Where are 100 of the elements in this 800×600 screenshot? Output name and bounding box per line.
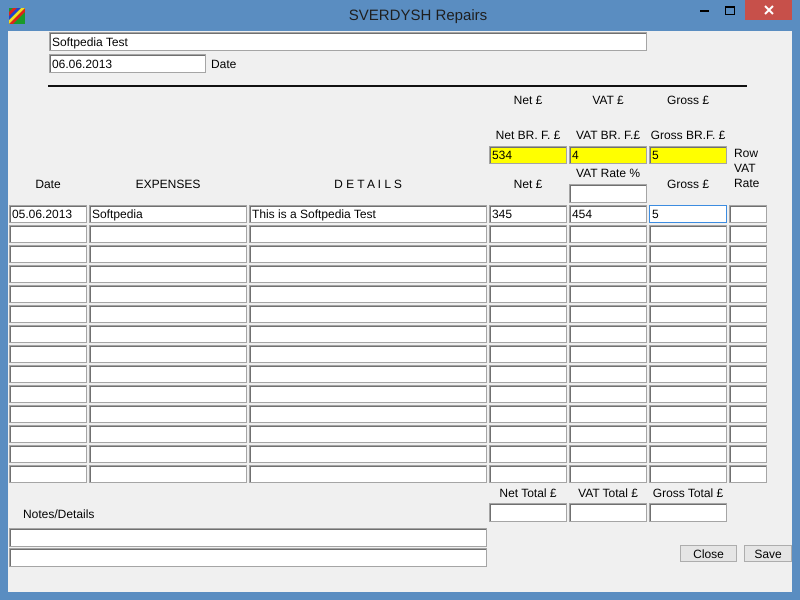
table-cell-field[interactable] xyxy=(249,445,487,463)
close-button[interactable] xyxy=(745,0,792,20)
brought-forward-field[interactable]: 534 xyxy=(489,146,567,164)
table-cell-field[interactable] xyxy=(89,405,247,423)
table-cell-field[interactable] xyxy=(89,245,247,263)
table-cell-field[interactable] xyxy=(9,445,87,463)
table-cell-field[interactable] xyxy=(249,305,487,323)
table-cell-field[interactable]: 454 xyxy=(569,205,647,223)
table-cell-field[interactable] xyxy=(89,385,247,403)
table-cell-field[interactable] xyxy=(649,385,727,403)
table-cell-field[interactable] xyxy=(649,445,727,463)
table-cell-field[interactable]: Softpedia xyxy=(89,205,247,223)
table-cell-field[interactable] xyxy=(9,245,87,263)
table-cell-field[interactable] xyxy=(89,365,247,383)
total-field[interactable] xyxy=(489,503,567,522)
row-vat-rate-field[interactable] xyxy=(729,205,767,223)
table-cell-field[interactable] xyxy=(489,305,567,323)
table-cell-field[interactable] xyxy=(649,305,727,323)
name-field[interactable]: Softpedia Test xyxy=(49,32,647,51)
table-cell-field[interactable] xyxy=(9,405,87,423)
table-cell-field[interactable] xyxy=(649,365,727,383)
table-cell-field[interactable] xyxy=(89,225,247,243)
table-cell-field[interactable] xyxy=(249,325,487,343)
table-cell-field[interactable]: This is a Softpedia Test xyxy=(249,205,487,223)
row-vat-rate-field[interactable] xyxy=(729,285,767,303)
table-cell-field[interactable] xyxy=(649,325,727,343)
table-cell-field[interactable] xyxy=(649,465,727,483)
row-vat-rate-field[interactable] xyxy=(729,345,767,363)
row-vat-rate-field[interactable] xyxy=(729,325,767,343)
table-cell-field[interactable] xyxy=(249,385,487,403)
table-cell-field[interactable] xyxy=(249,345,487,363)
table-cell-field[interactable] xyxy=(9,345,87,363)
row-vat-rate-field[interactable] xyxy=(729,225,767,243)
table-cell-field[interactable] xyxy=(9,265,87,283)
total-field[interactable] xyxy=(649,503,727,522)
table-cell-field[interactable] xyxy=(89,465,247,483)
table-cell-field[interactable] xyxy=(569,325,647,343)
row-vat-rate-field[interactable] xyxy=(729,385,767,403)
table-cell-field[interactable] xyxy=(649,245,727,263)
vat-rate-field[interactable] xyxy=(569,184,647,203)
table-cell-field[interactable] xyxy=(569,445,647,463)
notes-field[interactable] xyxy=(9,548,487,567)
table-cell-field[interactable] xyxy=(89,325,247,343)
table-cell-field[interactable] xyxy=(649,425,727,443)
table-cell-field[interactable] xyxy=(489,425,567,443)
table-cell-field[interactable] xyxy=(249,365,487,383)
table-cell-field[interactable] xyxy=(569,345,647,363)
table-cell-field[interactable] xyxy=(9,425,87,443)
dialog-button[interactable]: Close xyxy=(680,545,737,562)
table-cell-field[interactable] xyxy=(489,405,567,423)
table-cell-field[interactable] xyxy=(569,405,647,423)
table-cell-field[interactable] xyxy=(489,345,567,363)
row-vat-rate-field[interactable] xyxy=(729,305,767,323)
table-cell-field[interactable] xyxy=(569,225,647,243)
table-cell-field[interactable] xyxy=(649,405,727,423)
table-cell-field[interactable] xyxy=(649,345,727,363)
row-vat-rate-field[interactable] xyxy=(729,425,767,443)
table-cell-field[interactable] xyxy=(489,465,567,483)
table-cell-field[interactable] xyxy=(569,285,647,303)
table-cell-field[interactable] xyxy=(489,245,567,263)
table-cell-field[interactable] xyxy=(9,365,87,383)
table-cell-field[interactable] xyxy=(249,285,487,303)
table-cell-field[interactable] xyxy=(249,425,487,443)
table-cell-field[interactable] xyxy=(89,305,247,323)
row-vat-rate-field[interactable] xyxy=(729,445,767,463)
table-cell-field[interactable] xyxy=(9,225,87,243)
row-vat-rate-field[interactable] xyxy=(729,365,767,383)
table-cell-field[interactable] xyxy=(489,265,567,283)
table-cell-field[interactable] xyxy=(569,245,647,263)
table-cell-field[interactable] xyxy=(89,445,247,463)
table-cell-field[interactable] xyxy=(89,285,247,303)
table-cell-field[interactable] xyxy=(649,225,727,243)
table-cell-field[interactable] xyxy=(249,245,487,263)
date-field[interactable]: 06.06.2013 xyxy=(49,54,206,73)
row-vat-rate-field[interactable] xyxy=(729,405,767,423)
table-cell-field[interactable] xyxy=(89,425,247,443)
table-cell-field[interactable] xyxy=(569,265,647,283)
table-cell-field[interactable] xyxy=(569,305,647,323)
table-cell-field[interactable] xyxy=(489,225,567,243)
table-cell-field[interactable] xyxy=(489,385,567,403)
row-vat-rate-field[interactable] xyxy=(729,265,767,283)
table-cell-field[interactable] xyxy=(249,265,487,283)
table-cell-field[interactable] xyxy=(489,365,567,383)
table-cell-field[interactable] xyxy=(89,265,247,283)
table-cell-field[interactable] xyxy=(569,365,647,383)
dialog-button[interactable]: Save xyxy=(744,545,792,562)
row-vat-rate-field[interactable] xyxy=(729,465,767,483)
table-cell-field[interactable] xyxy=(249,465,487,483)
brought-forward-field[interactable]: 5 xyxy=(649,146,727,164)
table-cell-field[interactable] xyxy=(489,445,567,463)
notes-field[interactable] xyxy=(9,528,487,547)
table-cell-field[interactable]: 5 xyxy=(649,205,727,223)
table-cell-field[interactable] xyxy=(649,265,727,283)
table-cell-field[interactable]: 345 xyxy=(489,205,567,223)
table-cell-field[interactable] xyxy=(569,425,647,443)
table-cell-field[interactable] xyxy=(569,385,647,403)
total-field[interactable] xyxy=(569,503,647,522)
table-cell-field[interactable] xyxy=(89,345,247,363)
table-cell-field[interactable] xyxy=(9,385,87,403)
table-cell-field[interactable] xyxy=(569,465,647,483)
